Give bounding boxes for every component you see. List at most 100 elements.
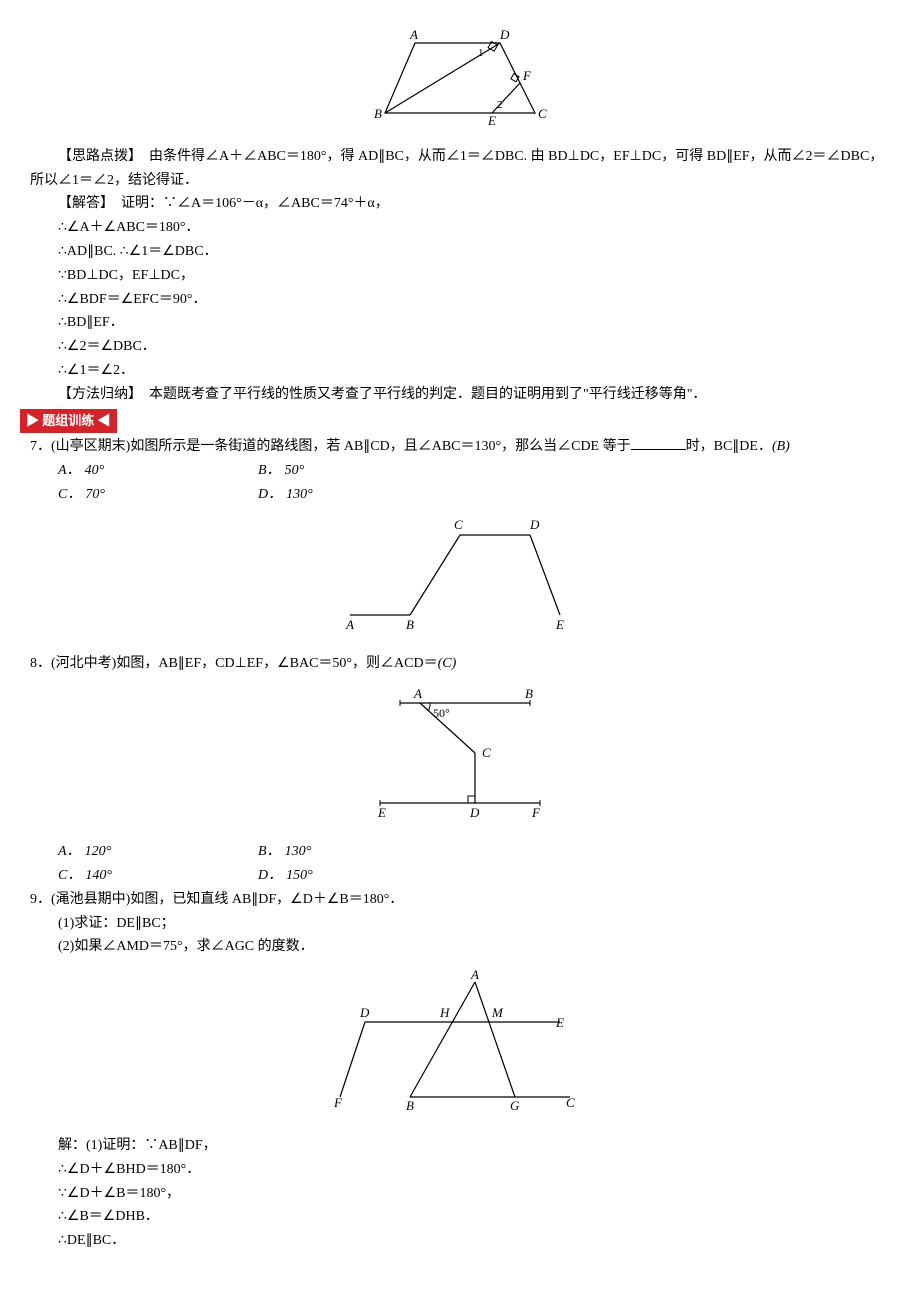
q7-num: 7．	[30, 439, 51, 454]
label-a: A	[409, 28, 418, 42]
svg-q7: A B C D E	[330, 515, 590, 635]
q9-la: A	[470, 967, 479, 982]
q7-le: E	[555, 617, 564, 632]
q9-num: 9．	[30, 892, 51, 907]
q7-opt-b: B．50°	[258, 459, 458, 483]
solve-label: 【解答】	[58, 196, 107, 211]
q8-ld: D	[469, 805, 480, 820]
q8-lc: C	[482, 745, 491, 760]
q9-p1: (1)求证：DE∥BC；	[30, 912, 890, 936]
svg-q9: A D H M E F B G C	[320, 967, 600, 1117]
q8-opt-c: C．140°	[58, 864, 258, 888]
q8-options-row1: A．120° B．130°	[30, 840, 890, 864]
solve-l7: ∴∠1＝∠2．	[30, 359, 890, 383]
q8-lf: F	[531, 805, 541, 820]
q8-le: E	[377, 805, 386, 820]
q9-line-ag	[475, 982, 515, 1097]
q8-arc	[428, 703, 430, 711]
q7-opt-d-val: 130°	[286, 487, 313, 502]
figure-q7: A B C D E	[30, 515, 890, 644]
q7-src: (山亭区期末)	[51, 439, 130, 454]
q7-line-bc	[410, 535, 460, 615]
svg-q8: A B C E D F 50°	[360, 683, 560, 823]
q7-opt-d: D．130°	[258, 483, 458, 507]
q7-la: A	[345, 617, 354, 632]
q7-lc: C	[454, 517, 463, 532]
q8-opt-c-val: 140°	[85, 868, 112, 883]
solve-l1: ∴∠A＋∠ABC＝180°．	[30, 216, 890, 240]
banner-left: ▶	[26, 413, 39, 428]
label-e: E	[487, 113, 496, 128]
q9-src: (渑池县期中)	[51, 892, 130, 907]
q9-lf: F	[333, 1095, 343, 1110]
q7-opt-b-val: 50°	[285, 463, 305, 478]
q8-opt-d: D．150°	[258, 864, 458, 888]
q9-sol-lead: 解：(1)证明：∵AB∥DF，	[30, 1134, 890, 1158]
q8-opt-a-val: 120°	[85, 844, 112, 859]
solve-l4: ∴∠BDF＝∠EFC＝90°．	[30, 288, 890, 312]
banner-right: ◀	[98, 413, 111, 428]
q7-stem: 7．(山亭区期末)如图所示是一条街道的路线图，若 AB∥CD，且∠ABC＝130…	[30, 435, 890, 459]
q8-answer: (C)	[438, 656, 457, 671]
section-banner: ▶ 题组训练 ◀	[20, 409, 117, 433]
q9-sol-l1: ∴∠D＋∠BHD＝180°．	[30, 1158, 890, 1182]
method-para: 【方法归纳】 本题既考查了平行线的性质又考查了平行线的判定．题目的证明用到了"平…	[30, 383, 890, 407]
q7-opt-a: A．40°	[58, 459, 258, 483]
q9-sol-l3: ∴∠B＝∠DHB．	[30, 1205, 890, 1229]
label-b: B	[374, 106, 382, 121]
label-d: D	[499, 28, 510, 42]
q7-lb: B	[406, 617, 414, 632]
thought-text: 由条件得∠A＋∠ABC＝180°，得 AD∥BC，从而∠1＝∠DBC. 由 BD…	[30, 149, 883, 188]
thought-label: 【思路点拨】	[58, 149, 135, 164]
method-text: 本题既考查了平行线的性质又考查了平行线的判定．题目的证明用到了"平行线迁移等角"…	[135, 387, 706, 402]
q8-opt-b-val: 130°	[285, 844, 312, 859]
q8-options-row2: C．140° D．150°	[30, 864, 890, 888]
label-c: C	[538, 106, 547, 121]
q7-answer: (B)	[772, 439, 790, 454]
banner-text: 题组训练	[42, 413, 94, 428]
solve-l6: ∴∠2＝∠DBC．	[30, 335, 890, 359]
solve-lead: 【解答】 证明：∵∠A＝106°－α，∠ABC＝74°＋α，	[30, 192, 890, 216]
q8-stem-text: 如图，AB∥EF，CD⊥EF，∠BAC＝50°，则∠ACD＝	[116, 656, 437, 671]
q9-lg: G	[510, 1098, 520, 1113]
q9-lc: C	[566, 1095, 575, 1110]
banner-wrap: ▶ 题组训练 ◀	[20, 409, 890, 434]
q7-stem-text: 如图所示是一条街道的路线图，若 AB∥CD，且∠ABC＝130°，那么当∠CDE…	[130, 439, 630, 454]
svg-top: A D B C E F 1 2	[360, 28, 560, 128]
q8-lb: B	[525, 686, 533, 701]
q8-opt-b: B．130°	[258, 840, 458, 864]
q8-opt-d-val: 150°	[286, 868, 313, 883]
thought-para: 【思路点拨】 由条件得∠A＋∠ABC＝180°，得 AD∥BC，从而∠1＝∠DB…	[30, 145, 890, 193]
figure-top: A D B C E F 1 2	[30, 28, 890, 137]
quad-abcd	[385, 43, 535, 113]
q7-opt-a-val: 40°	[85, 463, 105, 478]
solve-l2: ∴AD∥BC. ∴∠1＝∠DBC．	[30, 240, 890, 264]
q9-stem-text: 如图，已知直线 AB∥DF，∠D＋∠B＝180°．	[130, 892, 403, 907]
q9-line-fd	[340, 1022, 365, 1097]
figure-q9: A D H M E F B G C	[30, 967, 890, 1126]
q9-ld: D	[359, 1005, 370, 1020]
solve-l3: ∵BD⊥DC，EF⊥DC，	[30, 264, 890, 288]
q8-stem: 8．(河北中考)如图，AB∥EF，CD⊥EF，∠BAC＝50°，则∠ACD＝(C…	[30, 652, 890, 676]
q9-p2: (2)如果∠AMD＝75°，求∠AGC 的度数．	[30, 935, 890, 959]
q7-ld: D	[529, 517, 540, 532]
label-1: 1	[478, 47, 484, 59]
q9-le: E	[555, 1015, 564, 1030]
q7-opt-c-val: 70°	[85, 487, 105, 502]
solve-l5: ∴BD∥EF．	[30, 311, 890, 335]
q7-line-de	[530, 535, 560, 615]
q7-blank	[631, 435, 686, 450]
q7-tail: 时，BC∥DE．	[686, 439, 772, 454]
method-label: 【方法归纳】	[58, 387, 135, 402]
q8-src: (河北中考)	[51, 656, 116, 671]
q9-lm: M	[491, 1005, 504, 1020]
q9-sol-l2: ∵∠D＋∠B＝180°，	[30, 1182, 890, 1206]
label-2: 2	[497, 99, 503, 111]
label-f: F	[522, 68, 532, 83]
q9-lb: B	[406, 1098, 414, 1113]
q9-lh: H	[439, 1005, 450, 1020]
q8-num: 8．	[30, 656, 51, 671]
figure-q8: A B C E D F 50°	[30, 683, 890, 832]
q8-50: 50°	[433, 706, 450, 720]
solve-lead-text: 证明：∵∠A＝106°－α，∠ABC＝74°＋α，	[107, 196, 389, 211]
